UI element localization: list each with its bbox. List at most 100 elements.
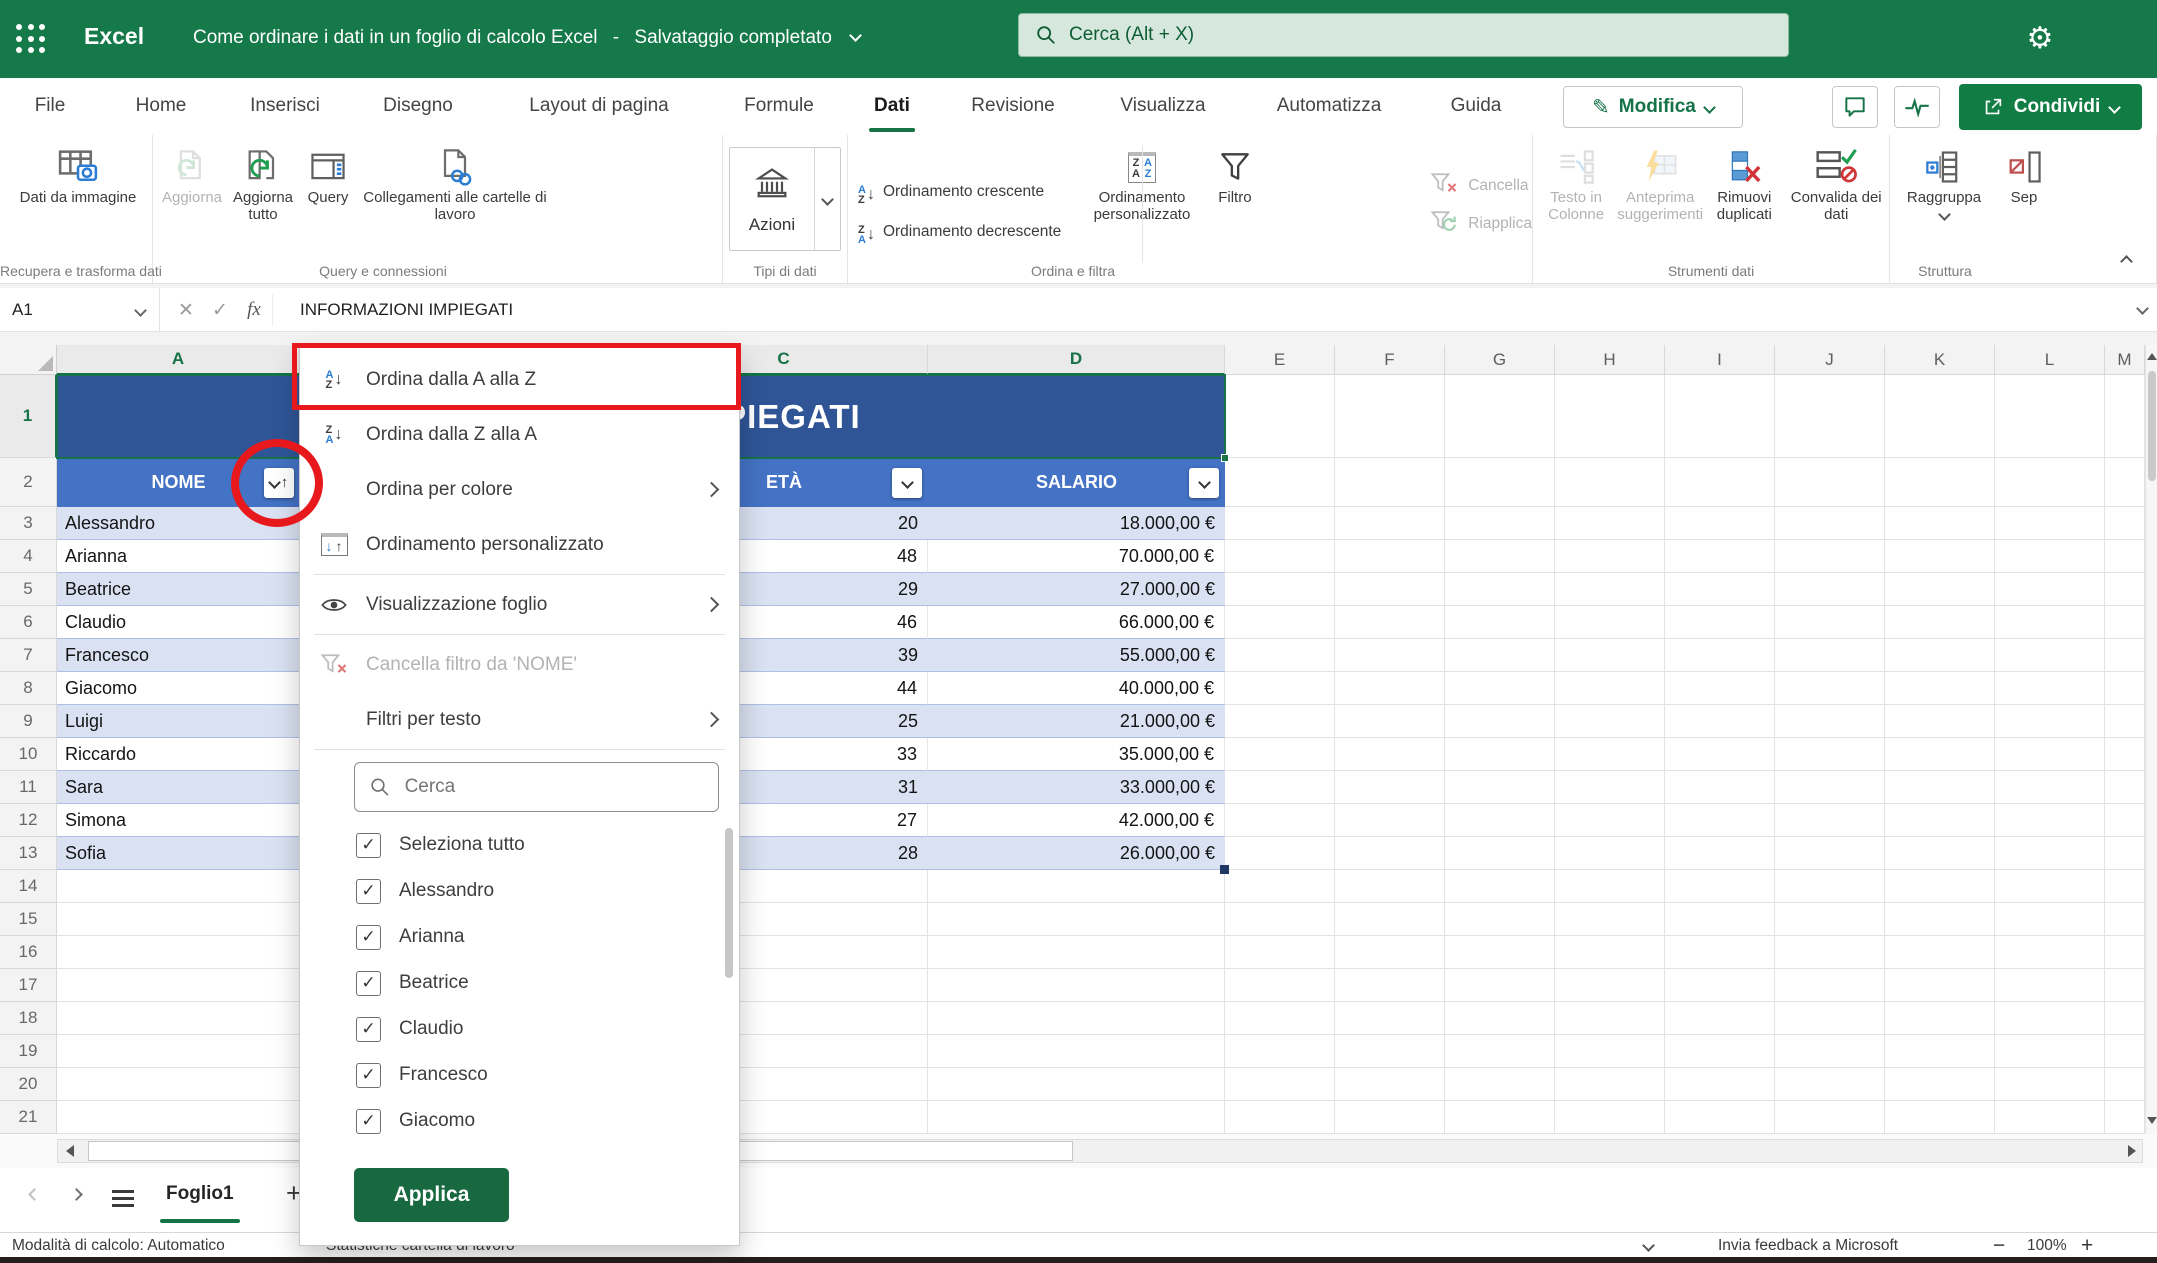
cell-K1[interactable] (1885, 375, 1995, 458)
cell-D9-salario[interactable]: 21.000,00 € (928, 705, 1225, 738)
ribbon-item-ordinamento-crescente[interactable]: AZ↓Ordinamento crescente (858, 175, 1061, 209)
cell-I13[interactable] (1665, 837, 1775, 870)
cell-A17[interactable] (57, 969, 300, 1002)
cell-D21[interactable] (928, 1101, 1225, 1134)
insert-function-icon[interactable]: fx (240, 296, 268, 324)
cell-L4[interactable] (1995, 540, 2105, 573)
cell-H15[interactable] (1555, 903, 1665, 936)
confirm-icon[interactable]: ✓ (206, 296, 234, 324)
cell-I15[interactable] (1665, 903, 1775, 936)
ribbon-item-dati-da-immagine[interactable]: Dati da immagine (4, 145, 152, 206)
cell-L6[interactable] (1995, 606, 2105, 639)
header-cell-D2[interactable]: SALARIO (928, 458, 1225, 507)
cell-A13-nome[interactable]: Sofia (57, 837, 300, 870)
cell-F9[interactable] (1335, 705, 1445, 738)
cell-M11[interactable] (2105, 771, 2145, 804)
column-header-I[interactable]: I (1665, 345, 1775, 375)
edit-mode-button[interactable]: ✎ Modifica (1563, 86, 1743, 128)
header-cell-A2[interactable]: NOME↑ (57, 458, 300, 507)
cell-I4[interactable] (1665, 540, 1775, 573)
menu-item-visualizzazione-foglio[interactable]: Visualizzazione foglio (300, 577, 739, 632)
scroll-right-icon[interactable] (2128, 1145, 2136, 1157)
table-fill-handle[interactable] (1220, 865, 1229, 874)
tab-guida[interactable]: Guida (1451, 95, 1502, 117)
cell-F2[interactable] (1335, 458, 1445, 507)
cell-I9[interactable] (1665, 705, 1775, 738)
cell-I3[interactable] (1665, 507, 1775, 540)
cell-M13[interactable] (2105, 837, 2145, 870)
formula-bar-expand-icon[interactable] (2136, 302, 2149, 315)
row-header-3[interactable]: 3 (0, 507, 57, 540)
cell-I19[interactable] (1665, 1035, 1775, 1068)
cell-G13[interactable] (1445, 837, 1555, 870)
row-header-15[interactable]: 15 (0, 903, 57, 936)
cell-H12[interactable] (1555, 804, 1665, 837)
cell-G18[interactable] (1445, 1002, 1555, 1035)
cell-J13[interactable] (1775, 837, 1885, 870)
cell-A16[interactable] (57, 936, 300, 969)
name-box-chevron-icon[interactable] (134, 304, 147, 317)
cell-H14[interactable] (1555, 870, 1665, 903)
cell-I20[interactable] (1665, 1068, 1775, 1101)
cell-K9[interactable] (1885, 705, 1995, 738)
cell-A5-nome[interactable]: Beatrice (57, 573, 300, 606)
cell-D17[interactable] (928, 969, 1225, 1002)
cell-H6[interactable] (1555, 606, 1665, 639)
cell-I5[interactable] (1665, 573, 1775, 606)
column-header-J[interactable]: J (1775, 345, 1885, 375)
cell-M21[interactable] (2105, 1101, 2145, 1134)
cell-D10-salario[interactable]: 35.000,00 € (928, 738, 1225, 771)
cell-F10[interactable] (1335, 738, 1445, 771)
filter-search-input[interactable] (403, 775, 704, 799)
cell-E7[interactable] (1225, 639, 1335, 672)
cell-H8[interactable] (1555, 672, 1665, 705)
row-header-5[interactable]: 5 (0, 573, 57, 606)
cell-E2[interactable] (1225, 458, 1335, 507)
cell-F6[interactable] (1335, 606, 1445, 639)
cell-G14[interactable] (1445, 870, 1555, 903)
cell-I17[interactable] (1665, 969, 1775, 1002)
cell-L7[interactable] (1995, 639, 2105, 672)
cell-E19[interactable] (1225, 1035, 1335, 1068)
cell-J5[interactable] (1775, 573, 1885, 606)
calc-mode-status[interactable]: Modalità di calcolo: Automatico (12, 1233, 225, 1258)
column-header-K[interactable]: K (1885, 345, 1995, 375)
cell-K10[interactable] (1885, 738, 1995, 771)
tab-file[interactable]: File (35, 95, 66, 117)
cell-K14[interactable] (1885, 870, 1995, 903)
cell-F13[interactable] (1335, 837, 1445, 870)
cell-H13[interactable] (1555, 837, 1665, 870)
cell-K4[interactable] (1885, 540, 1995, 573)
tab-disegno[interactable]: Disegno (383, 95, 453, 117)
row-header-4[interactable]: 4 (0, 540, 57, 573)
ribbon-item-convalida-dei-dati[interactable]: Convalida dei dati (1783, 145, 1889, 223)
menu-item-ordinamento-personalizzato[interactable]: ↓↑Ordinamento personalizzato (300, 517, 739, 572)
cell-I1[interactable] (1665, 375, 1775, 458)
cell-L14[interactable] (1995, 870, 2105, 903)
cell-L1[interactable] (1995, 375, 2105, 458)
cell-G7[interactable] (1445, 639, 1555, 672)
title-chevron-down-icon[interactable] (849, 29, 862, 42)
cell-F14[interactable] (1335, 870, 1445, 903)
cell-J10[interactable] (1775, 738, 1885, 771)
cell-H16[interactable] (1555, 936, 1665, 969)
cell-A19[interactable] (57, 1035, 300, 1068)
cell-A20[interactable] (57, 1068, 300, 1101)
checkbox-checked-icon[interactable] (356, 1063, 381, 1088)
cell-J7[interactable] (1775, 639, 1885, 672)
filter-search-box[interactable] (354, 762, 719, 812)
column-header-L[interactable]: L (1995, 345, 2105, 375)
cell-F3[interactable] (1335, 507, 1445, 540)
cell-H7[interactable] (1555, 639, 1665, 672)
cell-E5[interactable] (1225, 573, 1335, 606)
cell-F21[interactable] (1335, 1101, 1445, 1134)
zoom-level[interactable]: 100% (2027, 1233, 2067, 1258)
cell-L19[interactable] (1995, 1035, 2105, 1068)
cell-E13[interactable] (1225, 837, 1335, 870)
filter-checkbox-claudio[interactable]: Claudio (300, 1006, 739, 1052)
cell-K7[interactable] (1885, 639, 1995, 672)
filter-checkbox-seleziona-tutto[interactable]: Seleziona tutto (300, 822, 739, 868)
zoom-in-button[interactable]: + (2081, 1233, 2093, 1258)
menu-item-ordina-per-colore[interactable]: Ordina per colore (300, 462, 739, 517)
cell-I21[interactable] (1665, 1101, 1775, 1134)
